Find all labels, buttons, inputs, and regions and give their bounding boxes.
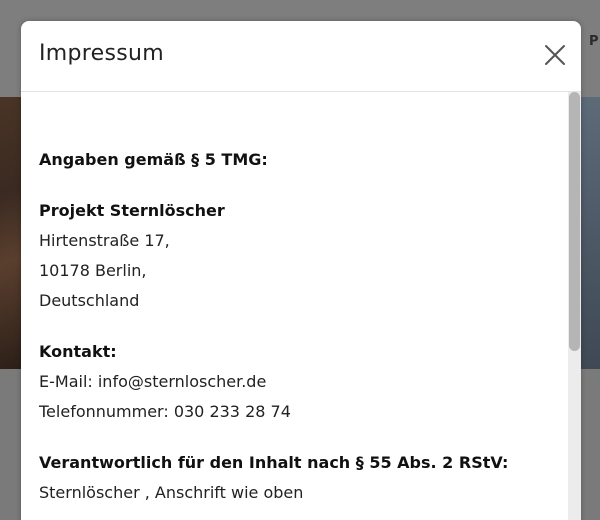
address-country: Deutschland <box>39 291 140 310</box>
modal-header: Impressum <box>21 21 581 92</box>
background-nav-text: P <box>589 34 599 49</box>
modal-body[interactable]: Angaben gemäß § 5 TMG: Projekt Sternlösc… <box>21 92 581 520</box>
close-icon <box>545 45 565 65</box>
phone-line: Telefonnummer: 030 233 28 74 <box>39 402 291 421</box>
responsible-heading: Verantwortlich für den Inhalt nach § 55 … <box>39 453 509 472</box>
background-photo-right <box>580 97 600 369</box>
address-city: 10178 Berlin, <box>39 261 147 280</box>
tmg-heading: Angaben gemäß § 5 TMG: <box>39 150 268 169</box>
scrollbar-thumb[interactable] <box>569 92 580 351</box>
modal-title: Impressum <box>39 41 164 66</box>
responsible-text: Sternlöscher , Anschrift wie oben <box>39 483 304 502</box>
address-street: Hirtenstraße 17, <box>39 231 170 250</box>
impressum-modal: Impressum Angaben gemäß § 5 TMG: Projekt… <box>21 21 581 520</box>
contact-heading: Kontakt: <box>39 342 117 361</box>
close-button[interactable] <box>543 43 567 67</box>
scrollbar-track[interactable] <box>568 92 581 520</box>
background-photo-left <box>0 97 22 369</box>
page: P Impressum Angaben gemäß § 5 TMG: Proje… <box>0 0 600 520</box>
email-line: E-Mail: info@sternloscher.de <box>39 372 267 391</box>
company-name: Projekt Sternlöscher <box>39 201 225 220</box>
